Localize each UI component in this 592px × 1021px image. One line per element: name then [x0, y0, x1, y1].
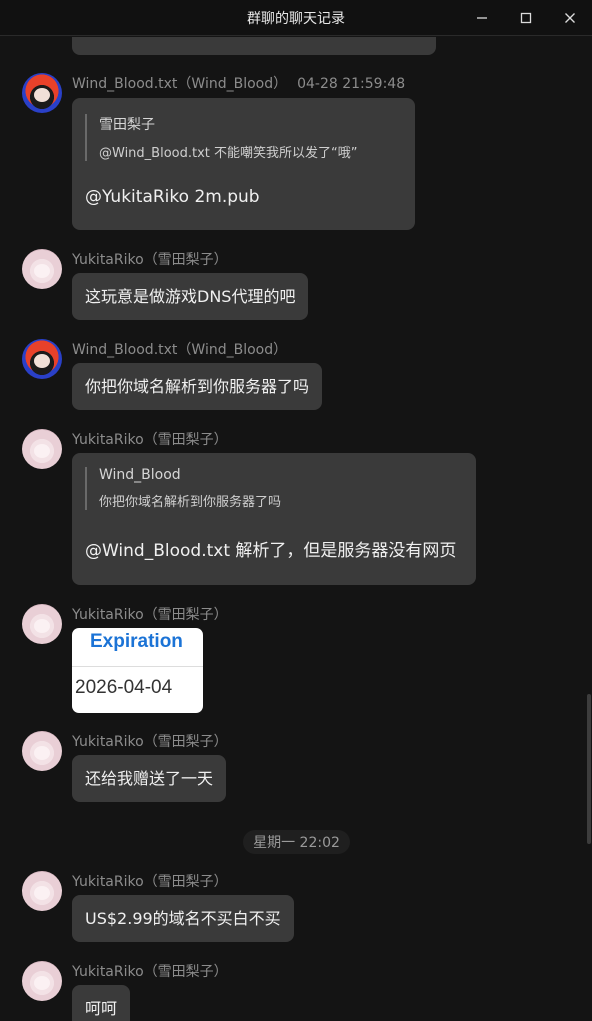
chat-message: YukitaRiko（雪田梨子） 这玩意是做游戏DNS代理的吧 — [22, 249, 562, 323]
quoted-sender: 雪田梨子 — [99, 117, 155, 133]
image-value: 2026-04-04 — [75, 677, 173, 698]
image-heading: Expiration — [90, 631, 183, 652]
message-bubble[interactable]: 你把你域名解析到你服务器了吗 — [72, 363, 323, 410]
avatar[interactable] — [22, 604, 62, 644]
sender-name: YukitaRiko（雪田梨子） — [72, 252, 228, 268]
scrollbar-track[interactable] — [586, 37, 592, 1021]
avatar[interactable] — [22, 249, 62, 289]
chat-message: YukitaRiko（雪田梨子） 呵呵 — [22, 961, 562, 1021]
close-button[interactable] — [548, 0, 592, 36]
avatar[interactable] — [22, 731, 62, 771]
window-title: 群聊的聊天记录 — [247, 10, 345, 27]
title-bar: 群聊的聊天记录 — [0, 0, 592, 36]
minimize-button[interactable] — [460, 0, 504, 36]
window-controls — [460, 0, 592, 36]
chat-history[interactable]: Wind_Blood.txt（Wind_Blood） 04-28 21:59:48… — [0, 37, 592, 1021]
close-icon — [565, 13, 575, 23]
sender-name: Wind_Blood.txt（Wind_Blood） 04-28 21:59:48 — [72, 76, 406, 92]
maximize-button[interactable] — [504, 0, 548, 36]
message-text: 还给我赠送了一天 — [85, 769, 214, 788]
chat-message: Wind_Blood.txt（Wind_Blood） 04-28 21:59:48… — [22, 73, 562, 233]
chat-message: YukitaRiko（雪田梨子） US$2.99的域名不买白不买 — [22, 871, 562, 945]
chat-message: YukitaRiko（雪田梨子） Wind_Blood 你把你域名解析到你服务器… — [22, 429, 562, 589]
avatar[interactable] — [22, 871, 62, 911]
sender-name: YukitaRiko（雪田梨子） — [72, 734, 228, 750]
message-text: @Wind_Blood.txt 解析了，但是服务器没有网页 — [85, 541, 457, 561]
quoted-text: 你把你域名解析到你服务器了吗 — [99, 495, 282, 510]
message-text: 这玩意是做游戏DNS代理的吧 — [85, 287, 296, 306]
avatar[interactable] — [22, 429, 62, 469]
scrollbar-thumb[interactable] — [587, 694, 591, 844]
message-bubble[interactable]: US$2.99的域名不买白不买 — [72, 895, 294, 942]
avatar[interactable] — [22, 339, 62, 379]
sender-name: YukitaRiko（雪田梨子） — [72, 964, 228, 980]
sender-name: YukitaRiko（雪田梨子） — [72, 607, 228, 623]
message-bubble[interactable]: 雪田梨子 @Wind_Blood.txt 不能嘲笑我所以发了“哦” @Yukit… — [72, 98, 415, 230]
message-text: 呵呵 — [85, 999, 118, 1018]
chat-message: YukitaRiko（雪田梨子） Expiration 2026-04-04 — [22, 604, 562, 716]
avatar[interactable] — [22, 961, 62, 1001]
quoted-sender: Wind_Blood — [99, 467, 181, 483]
quoted-message[interactable]: 雪田梨子 @Wind_Blood.txt 不能嘲笑我所以发了“哦” — [85, 114, 402, 161]
message-text: 你把你域名解析到你服务器了吗 — [85, 377, 310, 396]
minimize-icon — [477, 17, 487, 19]
sender-name: YukitaRiko（雪田梨子） — [72, 432, 228, 448]
message-time: 04-28 21:59:48 — [297, 76, 406, 92]
maximize-icon — [520, 12, 532, 24]
avatar[interactable] — [22, 73, 62, 113]
message-bubble-cutoff — [72, 37, 436, 55]
chat-message: Wind_Blood.txt（Wind_Blood） 你把你域名解析到你服务器了… — [22, 339, 562, 413]
message-bubble[interactable]: 还给我赠送了一天 — [72, 755, 227, 802]
image-message[interactable]: Expiration 2026-04-04 — [72, 628, 203, 713]
quoted-message[interactable]: Wind_Blood 你把你域名解析到你服务器了吗 — [85, 467, 463, 510]
quoted-text: @Wind_Blood.txt 不能嘲笑我所以发了“哦” — [99, 146, 358, 161]
message-bubble[interactable]: 这玩意是做游戏DNS代理的吧 — [72, 273, 309, 320]
sender-name: Wind_Blood.txt（Wind_Blood） — [72, 342, 288, 358]
message-text: US$2.99的域名不买白不买 — [85, 909, 281, 928]
time-divider: 星期一 22:02 — [243, 830, 350, 854]
chat-message: YukitaRiko（雪田梨子） 还给我赠送了一天 — [22, 731, 562, 805]
sender-name: YukitaRiko（雪田梨子） — [72, 874, 228, 890]
message-bubble[interactable]: 呵呵 — [72, 985, 131, 1021]
message-text: @YukitaRiko 2m.pub — [85, 187, 260, 207]
message-bubble[interactable]: Wind_Blood 你把你域名解析到你服务器了吗 @Wind_Blood.tx… — [72, 453, 476, 585]
